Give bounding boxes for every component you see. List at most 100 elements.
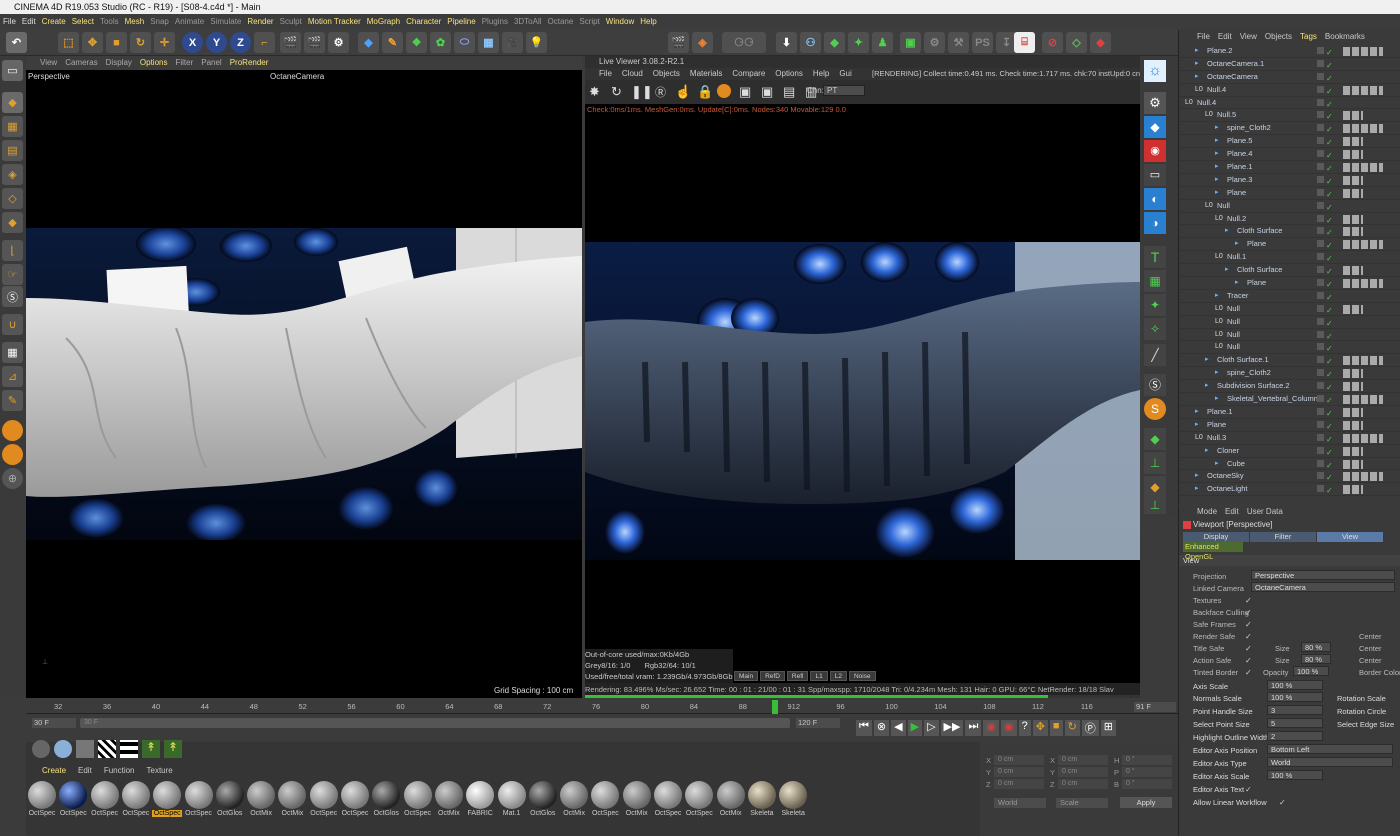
menu-mesh[interactable]: Mesh [122,14,148,29]
region-icon[interactable]: Ⓡ [655,84,666,100]
obj-menu-edit[interactable]: Edit [1218,30,1232,44]
object-row[interactable]: ▸ Plane.5 ✓ [1179,135,1400,149]
object-row[interactable]: L0 Null ✓ [1179,303,1400,316]
cubes-icon[interactable]: ✦ [848,32,869,53]
array-icon[interactable]: ✿ [430,32,451,53]
material-menu-create[interactable]: Create [42,766,66,775]
obj-menu-tags[interactable]: Tags [1300,30,1317,44]
material-thumb[interactable] [466,781,495,809]
material-thumb[interactable] [747,781,776,809]
timeline[interactable]: 32 36 40 44 48 52 56 60 64 68 72 76 80 84 88 912 96 100 10… [26,700,1178,742]
shield-icon[interactable]: ◇ [1066,32,1087,53]
mode-icon[interactable]: ▭ [2,60,23,81]
lv-menu-options[interactable]: Options [775,68,803,80]
model-mode-icon[interactable]: ◆ [2,92,23,113]
grid-icon[interactable]: ▦ [2,342,23,363]
pass-button[interactable]: Refl [786,671,809,681]
attr-field[interactable]: Bottom Left [1267,744,1393,754]
render-picture-icon[interactable]: 🎬 [304,32,325,53]
network-icon[interactable]: ⚇ [800,32,821,53]
brush-icon[interactable]: ✎ [2,390,23,411]
texture-icon[interactable]: ◈ [692,32,713,53]
menu-sculpt[interactable]: Sculpt [277,14,305,29]
mat-sphere-icon[interactable] [32,740,50,758]
attr-checkbox[interactable]: ✓ [1279,798,1286,807]
material-menu-texture[interactable]: Texture [147,766,173,775]
coord-field[interactable]: 0 cm [994,767,1044,777]
material-menu-edit[interactable]: Edit [78,766,92,775]
refresh-icon[interactable]: ↻ [611,84,622,100]
deformer-icon[interactable]: ⬭ [454,32,475,53]
object-row[interactable]: L0 Null.5 ✓ [1179,109,1400,123]
lv-menu-cloud[interactable]: Cloud [622,68,643,80]
tag-icons[interactable] [1343,163,1383,173]
light-icon[interactable]: 💡 [526,32,547,53]
tag-icons[interactable] [1343,150,1363,160]
attr-field[interactable]: 80 % [1301,642,1331,652]
text-icon[interactable]: T [1144,246,1166,268]
attr-checkbox[interactable]: ✓ [1245,656,1252,665]
next-frame-icon[interactable]: ▷ [924,720,939,736]
pen-icon[interactable]: ✎ [382,32,403,53]
workplane2-icon[interactable]: ⊿ [2,366,23,387]
object-row[interactable]: ▸ Subdivision Surface.2 ✓ [1179,380,1400,394]
attr-checkbox[interactable]: ✓ [1245,632,1252,641]
apply-button[interactable]: Apply [1120,797,1172,808]
object-row[interactable]: L0 Null.3 ✓ [1179,432,1400,445]
tag-icons[interactable] [1343,279,1383,289]
scale-key-icon[interactable]: ■ [1049,720,1063,736]
octane-icon[interactable]: ◆ [1144,116,1166,138]
tag-icons[interactable] [1343,227,1363,237]
viewport-menu-options[interactable]: Options [140,56,168,70]
editor-viewport[interactable]: Perspective OctaneCamera ⊥ Grid Spacing … [26,70,582,698]
attr-field[interactable]: 100 % [1267,680,1323,690]
coord-field[interactable]: 0 cm [994,755,1044,765]
menu-script[interactable]: Script [576,14,602,29]
record-icon[interactable]: ◉ [983,720,999,736]
gear-icon[interactable]: ✸ [589,84,600,100]
current-frame[interactable]: 91 F [1134,702,1176,712]
material-thumb[interactable] [622,781,651,809]
menu-create[interactable]: Create [39,14,69,29]
object-row[interactable]: L0 Null.1 ✓ [1179,251,1400,265]
object-row[interactable]: L0 Null ✓ [1179,329,1400,342]
object-row[interactable]: ▸ Plane ✓ [1179,277,1400,290]
obj-menu-bookmarks[interactable]: Bookmarks [1325,30,1365,44]
tag-icons[interactable] [1343,446,1363,456]
coord-field[interactable]: 0 cm [1058,779,1108,789]
menu-pipeline[interactable]: Pipeline [444,14,478,29]
floor-icon[interactable]: ▦ [478,32,499,53]
red-cube-icon[interactable]: ◆ [1090,32,1111,53]
pass-button[interactable]: Noise [848,671,876,681]
menu-simulate[interactable]: Simulate [207,14,244,29]
material-menu-function[interactable]: Function [104,766,135,775]
coord-field[interactable]: 0 cm [994,779,1044,789]
subdivision-icon[interactable]: ❖ [406,32,427,53]
attr-field[interactable]: Perspective [1251,570,1395,580]
effector-icon[interactable]: ✧ [1144,318,1166,340]
mat-cube-icon[interactable] [76,740,94,758]
obj-menu-objects[interactable]: Objects [1265,30,1292,44]
person-icon[interactable]: ♟ [872,32,893,53]
material-thumb[interactable] [90,781,119,809]
mat-grid-icon[interactable] [120,740,138,758]
autokey-icon[interactable]: ◉ [1000,720,1017,736]
grid-key-icon[interactable]: ⊞ [1100,720,1117,736]
cube-icon[interactable]: ◆ [358,32,379,53]
object-row[interactable]: L0 Null.4 ✓ [1179,97,1400,110]
end-frame[interactable]: 120 F [796,718,840,728]
attr-field[interactable]: 80 % [1301,654,1331,664]
material-thumb[interactable] [528,781,557,809]
attr-checkbox[interactable]: ✓ [1245,596,1252,605]
sphere-icon[interactable] [2,420,23,441]
menu-animate[interactable]: Animate [172,14,207,29]
material-thumb[interactable] [341,781,369,809]
tag-icons[interactable] [1343,407,1363,417]
tag-icons[interactable] [1343,111,1363,121]
prev-key-icon[interactable]: ⊗ [873,720,890,736]
world-select[interactable]: World [994,798,1046,808]
coord-field[interactable]: 0 ° [1122,755,1172,765]
lv-menu-compare[interactable]: Compare [732,68,765,80]
sphere2-icon[interactable] [2,444,23,465]
coord-field[interactable]: 0 ° [1122,767,1172,777]
